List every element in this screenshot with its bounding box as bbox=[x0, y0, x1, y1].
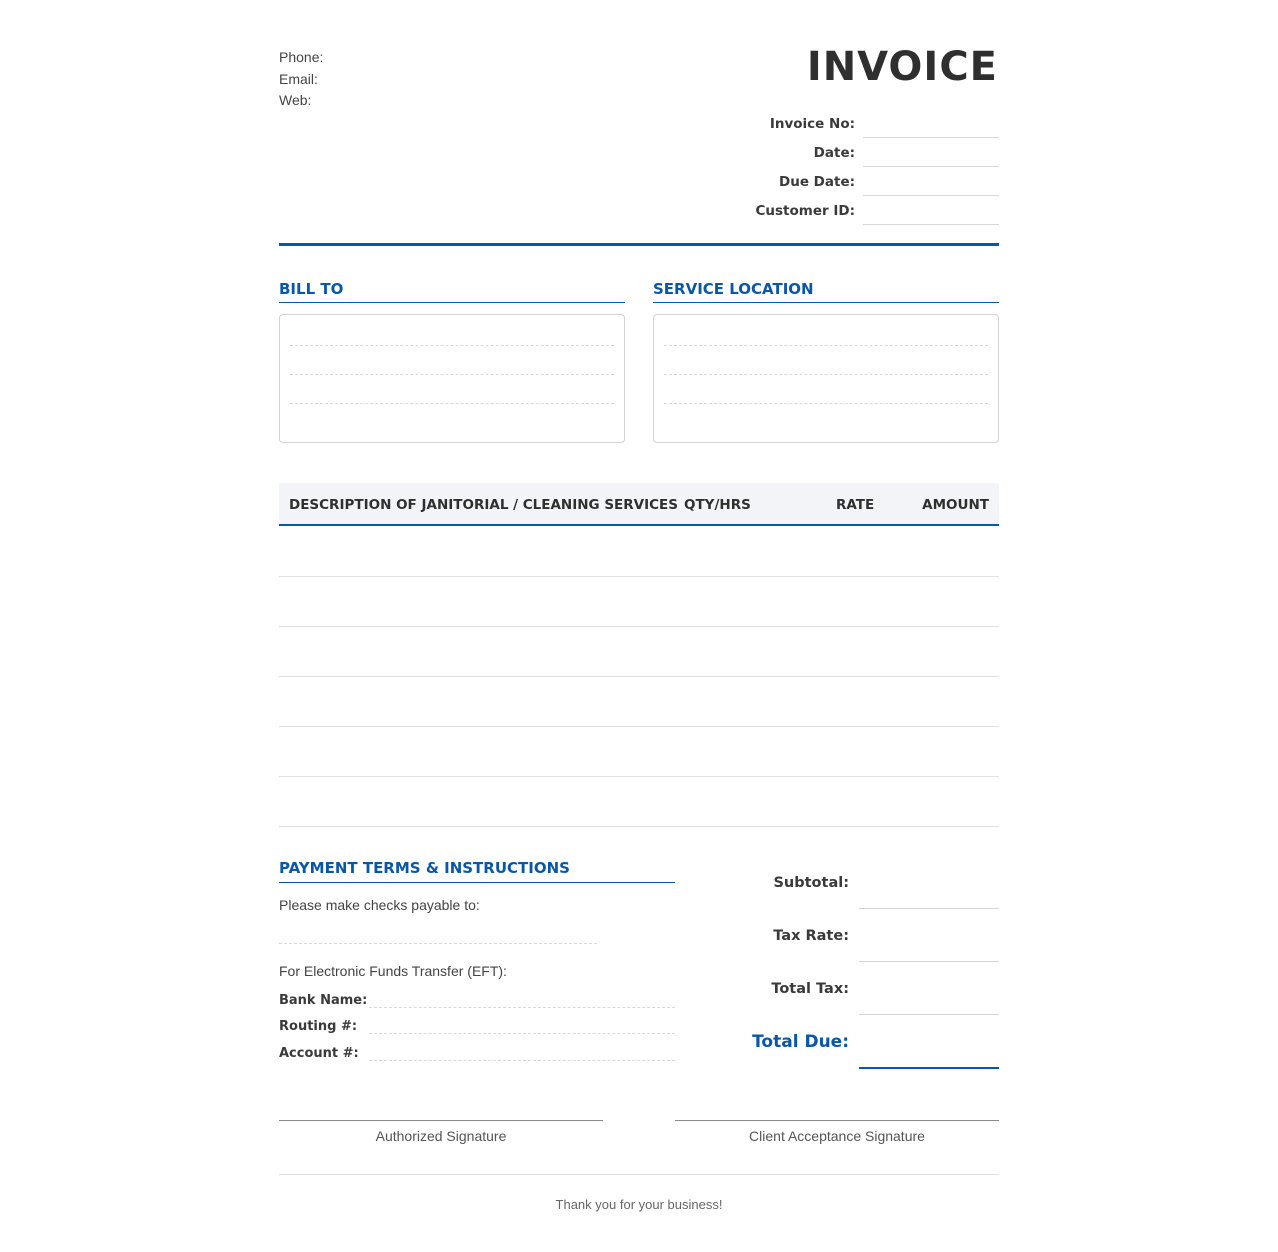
invoice-page: Phone: Email: Web: INVOICE Invoice No: D… bbox=[0, 0, 1278, 1252]
client-signature-line[interactable] bbox=[675, 1120, 999, 1121]
bank-name-field[interactable] bbox=[369, 1007, 675, 1008]
service-location-line bbox=[664, 374, 988, 375]
column-rate: RATE bbox=[836, 497, 875, 513]
table-row[interactable] bbox=[279, 727, 999, 777]
routing-field[interactable] bbox=[369, 1033, 675, 1034]
account-label: Account #: bbox=[279, 1046, 359, 1061]
service-location-box[interactable] bbox=[653, 314, 999, 443]
column-amount: AMOUNT bbox=[922, 497, 989, 513]
email-label: Email: bbox=[279, 70, 318, 87]
subtotal-label: Subtotal: bbox=[773, 875, 849, 891]
payment-terms-underline bbox=[279, 882, 675, 883]
invoice-meta: Invoice No: Date: Due Date: Customer ID: bbox=[659, 109, 999, 225]
contact-block: Phone: Email: Web: bbox=[279, 47, 323, 112]
table-row[interactable] bbox=[279, 577, 999, 627]
service-location-line bbox=[664, 403, 988, 404]
table-row[interactable] bbox=[279, 777, 999, 827]
due-date-field[interactable] bbox=[863, 168, 999, 196]
service-location-underline bbox=[653, 302, 999, 303]
web-label: Web: bbox=[279, 92, 312, 108]
table-row[interactable] bbox=[279, 627, 999, 677]
routing-label: Routing #: bbox=[279, 1019, 358, 1034]
customer-id-label: Customer ID: bbox=[755, 203, 856, 219]
customer-id-field[interactable] bbox=[863, 197, 999, 225]
eft-text: For Electronic Funds Transfer (EFT): bbox=[279, 963, 507, 979]
checks-payable-text: Please make checks payable to: bbox=[279, 897, 480, 913]
column-qty-hrs: QTY/HRS bbox=[684, 497, 751, 513]
tax-rate-label: Tax Rate: bbox=[773, 928, 849, 944]
authorized-signature-line[interactable] bbox=[279, 1120, 603, 1121]
due-date-row: Due Date: bbox=[659, 167, 999, 196]
bill-to-line bbox=[290, 345, 614, 346]
service-location-heading: SERVICE LOCATION bbox=[653, 280, 814, 298]
bank-name-label: Bank Name: bbox=[279, 993, 368, 1008]
due-date-label: Due Date: bbox=[779, 174, 855, 190]
bill-to-underline bbox=[279, 302, 625, 303]
payment-terms-heading: PAYMENT TERMS & INSTRUCTIONS bbox=[279, 859, 570, 877]
date-label: Date: bbox=[813, 145, 855, 161]
bill-to-line bbox=[290, 403, 614, 404]
bill-to-line bbox=[290, 374, 614, 375]
header-divider bbox=[279, 243, 999, 246]
table-row[interactable] bbox=[279, 527, 999, 577]
invoice-no-field[interactable] bbox=[863, 110, 999, 138]
thank-you-note: Thank you for your business! bbox=[555, 1197, 723, 1212]
service-location-line bbox=[664, 345, 988, 346]
table-row[interactable] bbox=[279, 677, 999, 727]
footer-divider bbox=[279, 1174, 999, 1175]
bill-to-heading: BILL TO bbox=[279, 280, 344, 298]
tax-rate-field[interactable] bbox=[859, 961, 999, 962]
account-field[interactable] bbox=[369, 1060, 675, 1061]
invoice-no-row: Invoice No: bbox=[659, 109, 999, 138]
client-signature-label: Client Acceptance Signature bbox=[749, 1128, 925, 1144]
services-table-header: DESCRIPTION OF JANITORIAL / CLEANING SER… bbox=[279, 483, 999, 526]
date-row: Date: bbox=[659, 138, 999, 167]
invoice-title: INVOICE bbox=[806, 44, 998, 90]
date-field[interactable] bbox=[863, 139, 999, 167]
invoice-no-label: Invoice No: bbox=[769, 116, 855, 132]
payable-to-field[interactable] bbox=[279, 943, 597, 944]
authorized-signature-label: Authorized Signature bbox=[375, 1128, 507, 1144]
subtotal-field[interactable] bbox=[859, 908, 999, 909]
phone-label: Phone: bbox=[279, 49, 324, 65]
total-tax-label: Total Tax: bbox=[771, 981, 849, 997]
total-due-field[interactable] bbox=[859, 1067, 999, 1069]
bill-to-box[interactable] bbox=[279, 314, 625, 443]
total-tax-field[interactable] bbox=[859, 1014, 999, 1015]
column-description: DESCRIPTION OF JANITORIAL / CLEANING SER… bbox=[289, 497, 678, 513]
customer-id-row: Customer ID: bbox=[659, 196, 999, 225]
total-due-label: Total Due: bbox=[752, 1032, 849, 1052]
